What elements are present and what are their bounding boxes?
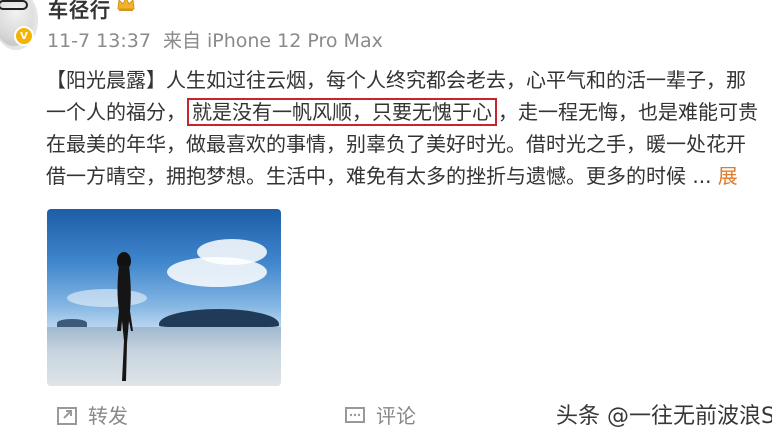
distant-island: [57, 319, 87, 327]
avatar[interactable]: V: [0, 0, 38, 50]
post-line-4-text: 借一方晴空，拥抱梦想。生活中，难免有太多的挫折与遗憾。更多的时候: [46, 164, 686, 188]
username[interactable]: 车径行: [48, 0, 111, 23]
post-line-1: 【阳光晨露】人生如过往云烟，每个人终究都会老去，心平气和的活一辈子，那: [46, 68, 746, 92]
crown-icon: [117, 0, 135, 11]
verified-badge-icon: V: [14, 26, 34, 46]
repost-icon: [57, 406, 77, 425]
post-line-2: 一个人的福分， 就是没有一帆风顺，只要无愧于心 ，走一程无悔，也是难能可贵: [46, 96, 772, 128]
post-ellipsis: ...: [692, 164, 712, 188]
comment-label: 评论: [376, 404, 416, 428]
post-time: 11-7 13:37: [47, 30, 151, 52]
post-line-3: 在最美的年华，做最喜欢的事情，别辜负了美好时光。借时光之手，暖一处花开: [46, 132, 746, 156]
post-line-4: 借一方晴空，拥抱梦想。生活中，难免有太多的挫折与遗憾。更多的时候 ... 展: [46, 160, 772, 192]
watermark: 头条 @一往无前波浪St: [556, 404, 772, 429]
glasses-icon: [0, 0, 28, 10]
comment-icon: [345, 406, 365, 423]
post-device[interactable]: iPhone 12 Pro Max: [207, 30, 383, 52]
post-text: 【阳光晨露】人生如过往云烟，每个人终究都会老去，心平气和的活一辈子，那 一个人的…: [46, 64, 772, 192]
post-source-prefix: 来自: [162, 30, 201, 52]
cloud: [197, 239, 267, 265]
repost-button[interactable]: 转发: [56, 400, 128, 429]
post-line-2-before: 一个人的福分，: [46, 100, 186, 124]
post-photo[interactable]: [47, 209, 281, 386]
island: [159, 309, 279, 327]
expand-link[interactable]: 展: [718, 164, 738, 188]
comment-button[interactable]: 评论: [344, 400, 416, 429]
cloud: [67, 289, 147, 307]
action-bar: 转发 评论 头条 @一往无前波浪St: [0, 396, 772, 429]
sea: [47, 327, 281, 386]
post-meta: 11-7 13:37 来自 iPhone 12 Pro Max: [47, 26, 389, 53]
post-line-2-after: ，走一程无悔，也是难能可贵: [498, 100, 758, 124]
repost-label: 转发: [88, 404, 128, 428]
person-silhouette: [117, 252, 133, 381]
highlighted-phrase: 就是没有一帆风顺，只要无愧于心: [187, 98, 497, 126]
